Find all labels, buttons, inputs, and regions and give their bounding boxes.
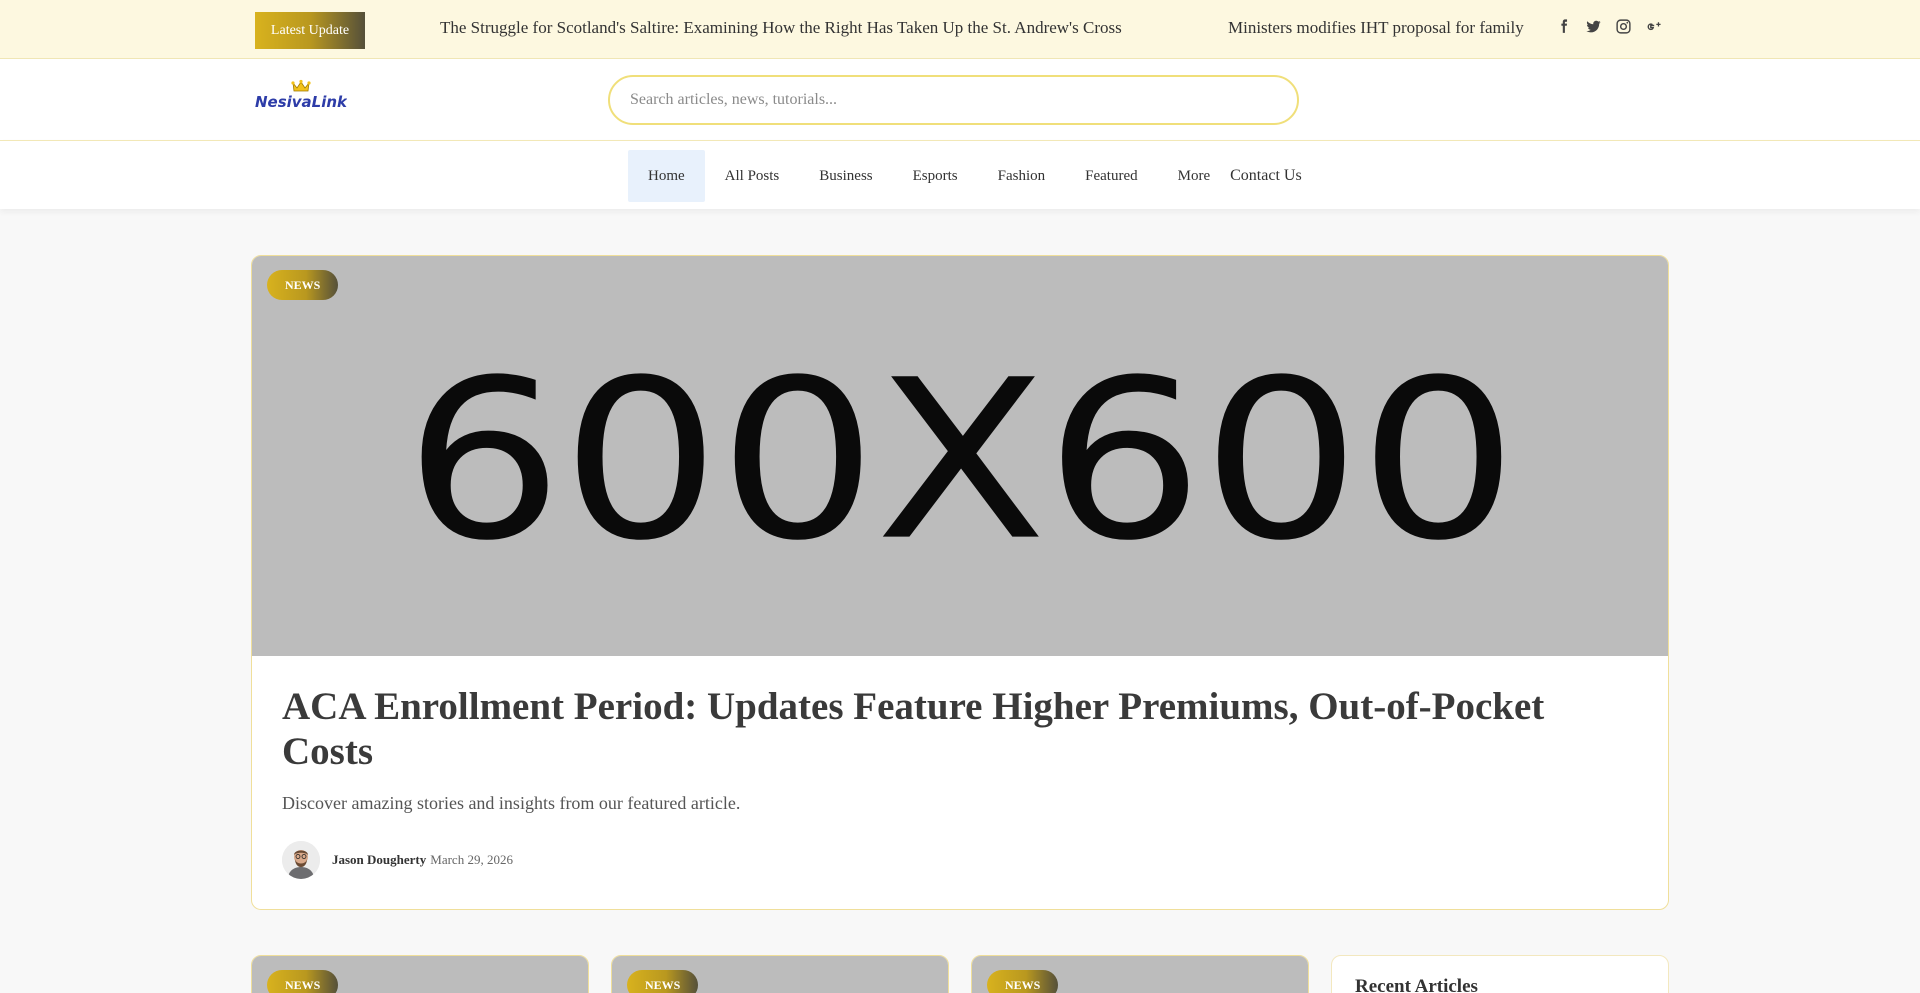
ticker-headline[interactable]: Ministers modifies IHT proposal for fami…	[1228, 18, 1524, 38]
instagram-icon[interactable]	[1615, 18, 1632, 35]
category-tag[interactable]: NEWS	[267, 270, 339, 300]
nav-all-posts[interactable]: All Posts	[705, 150, 800, 202]
article-card[interactable]: NEWS	[251, 955, 589, 993]
featured-article-card[interactable]: 600X600 NEWS ACA Enrollment Period: Upda…	[251, 255, 1669, 910]
search-input[interactable]	[630, 91, 1297, 109]
category-tag[interactable]: NEWS	[987, 970, 1059, 993]
svg-text:NesivaLink: NesivaLink	[255, 93, 347, 111]
author-name[interactable]: Jason Dougherty	[332, 852, 426, 868]
article-card[interactable]: NEWS	[971, 955, 1309, 993]
nav-home[interactable]: Home	[628, 150, 705, 202]
top-bar: Latest Update The Struggle for Scotland'…	[0, 0, 1920, 59]
category-tag[interactable]: NEWS	[267, 970, 339, 993]
article-card[interactable]: NEWS	[611, 955, 949, 993]
site-header: NesivaLink	[0, 59, 1920, 141]
social-links	[1555, 18, 1662, 35]
recent-articles-widget: Recent Articles	[1331, 955, 1669, 993]
nav-contact-us[interactable]: Contact Us	[1230, 150, 1322, 202]
nav-esports[interactable]: Esports	[893, 150, 978, 202]
facebook-icon[interactable]	[1555, 18, 1572, 35]
main-nav: Home All Posts Business Esports Fashion …	[0, 141, 1920, 209]
avatar	[282, 841, 320, 879]
nav-more[interactable]: More	[1158, 150, 1231, 202]
nav-fashion[interactable]: Fashion	[978, 150, 1066, 202]
featured-title[interactable]: ACA Enrollment Period: Updates Feature H…	[282, 684, 1642, 774]
search-bar[interactable]	[608, 75, 1299, 125]
featured-image[interactable]: 600X600	[252, 256, 1668, 656]
nav-business[interactable]: Business	[799, 150, 892, 202]
ticker-headline[interactable]: The Struggle for Scotland's Saltire: Exa…	[440, 18, 1122, 38]
latest-update-badge: Latest Update	[255, 12, 365, 49]
category-tag[interactable]: NEWS	[627, 970, 699, 993]
featured-description: Discover amazing stories and insights fr…	[282, 793, 741, 813]
publish-date: March 29, 2026	[430, 852, 513, 867]
recent-articles-title: Recent Articles	[1355, 976, 1478, 993]
author-info: Jason Dougherty March 29, 2026	[282, 841, 513, 879]
google-plus-icon[interactable]	[1645, 18, 1662, 35]
twitter-icon[interactable]	[1585, 18, 1602, 35]
site-logo[interactable]: NesivaLink	[254, 77, 349, 115]
placeholder-image-text: 600X600	[404, 332, 1518, 589]
nav-featured[interactable]: Featured	[1065, 150, 1157, 202]
